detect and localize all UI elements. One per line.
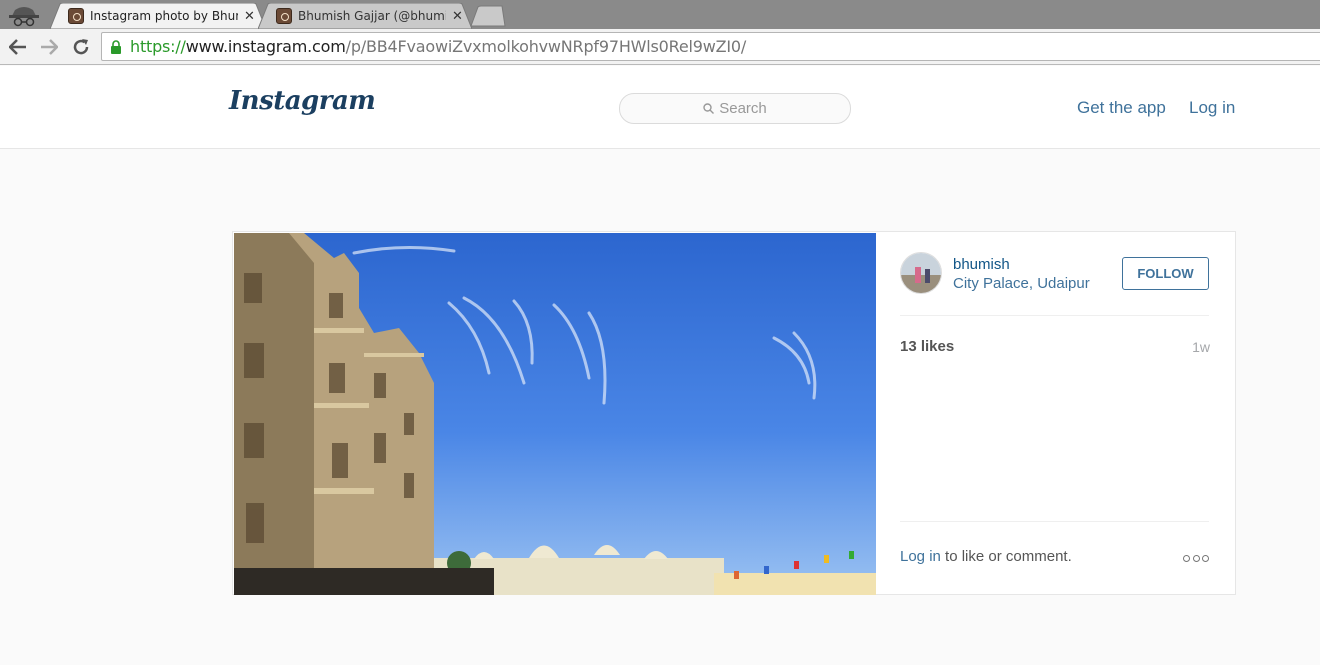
tab-title: Instagram photo by Bhum — [90, 9, 238, 23]
divider — [900, 315, 1209, 316]
back-arrow-icon[interactable] — [6, 35, 30, 59]
more-options-icon[interactable] — [1183, 553, 1209, 563]
search-placeholder: Search — [719, 100, 767, 117]
address-bar[interactable]: https://www.instagram.com/p/BB4FvaowiZvx… — [101, 32, 1320, 61]
post-details-panel: bhumish City Palace, Udaipur FOLLOW 13 l… — [876, 232, 1236, 594]
tab-instagram-photo[interactable]: Instagram photo by Bhum ✕ — [50, 3, 266, 29]
lock-icon — [111, 39, 121, 54]
close-tab-icon[interactable]: ✕ — [452, 8, 463, 24]
search-input[interactable]: Search — [619, 93, 851, 124]
likes-count[interactable]: 13 likes — [900, 338, 954, 355]
location-link[interactable]: City Palace, Udaipur — [953, 275, 1090, 292]
browser-toolbar: https://www.instagram.com/p/BB4FvaowiZvx… — [0, 29, 1320, 65]
instagram-favicon-icon — [68, 8, 84, 24]
instagram-logo[interactable]: Instagram — [229, 86, 376, 116]
search-icon — [703, 103, 715, 114]
close-tab-icon[interactable]: ✕ — [244, 8, 255, 24]
reload-icon[interactable] — [69, 35, 93, 59]
post-photo[interactable] — [234, 233, 876, 595]
log-in-to-comment-link[interactable]: Log in — [900, 548, 941, 565]
divider — [900, 521, 1209, 522]
instagram-favicon-icon — [276, 8, 292, 24]
new-tab-button[interactable] — [470, 5, 506, 27]
log-in-link[interactable]: Log in — [1189, 98, 1235, 118]
tab-bhumish-profile[interactable]: Bhumish Gajjar (@bhumist ✕ — [258, 3, 472, 29]
url-text: https://www.instagram.com/p/BB4FvaowiZvx… — [130, 37, 747, 56]
incognito-icon — [9, 7, 39, 27]
instagram-header: Instagram Search Get the app Log in — [0, 66, 1320, 149]
login-to-comment-text: Log in to like or comment. — [900, 548, 1072, 565]
follow-button[interactable]: FOLLOW — [1122, 257, 1209, 290]
post-timestamp[interactable]: 1w — [1192, 339, 1210, 355]
browser-tab-strip: Instagram photo by Bhum ✕ Bhumish Gajjar… — [0, 0, 1320, 29]
post-card: bhumish City Palace, Udaipur FOLLOW 13 l… — [232, 231, 1236, 595]
username-link[interactable]: bhumish — [953, 256, 1010, 273]
forward-arrow-icon[interactable] — [37, 35, 61, 59]
get-the-app-link[interactable]: Get the app — [1077, 98, 1166, 118]
tab-title: Bhumish Gajjar (@bhumist — [298, 9, 446, 23]
avatar[interactable] — [900, 252, 942, 294]
